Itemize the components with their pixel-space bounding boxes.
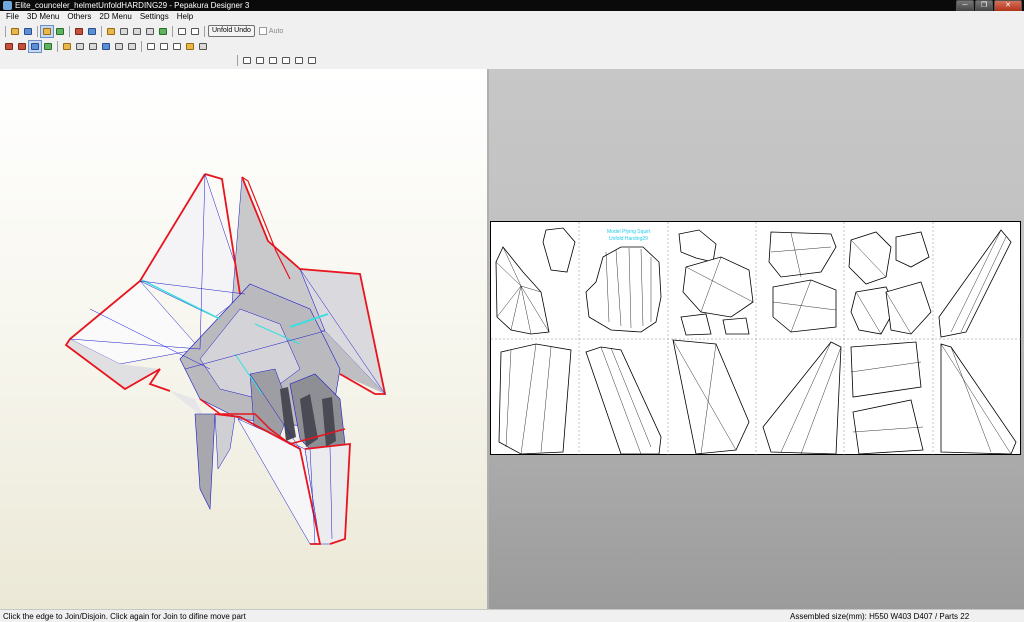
status-bar: Click the edge to Join/Disjoin. Click ag… (0, 609, 1024, 622)
toolbar-separator (141, 40, 142, 52)
edit-toolbar (0, 39, 1024, 53)
edge-mode-icon[interactable] (28, 39, 42, 53)
main-toolbar: Unfold Undo Auto (0, 24, 1024, 38)
rotate-left-icon[interactable] (293, 55, 305, 66)
auto-toggle[interactable]: Auto (258, 27, 284, 35)
toolbar-separator (172, 25, 173, 37)
print-fold-icon[interactable] (74, 41, 86, 52)
save-file-icon[interactable] (22, 26, 34, 37)
open-file-icon[interactable] (9, 26, 21, 37)
menu-bar: File 3D Menu Others 2D Menu Settings Hel… (0, 11, 1024, 23)
menu-3d[interactable]: 3D Menu (23, 11, 63, 23)
align-bottom-icon[interactable] (280, 55, 292, 66)
flap-icon[interactable] (61, 41, 73, 52)
align-left-icon[interactable] (241, 55, 253, 66)
align-right-icon[interactable] (254, 55, 266, 66)
window-title: Elite_counceler_helmetUnfoldHARDING29 - … (15, 1, 250, 10)
menu-file[interactable]: File (2, 11, 23, 23)
menu-2d[interactable]: 2D Menu (95, 11, 135, 23)
toolbar-separator (57, 40, 58, 52)
texture-toggle-icon[interactable] (40, 24, 54, 38)
scale-icon[interactable] (126, 41, 138, 52)
parts-row-2 (498, 339, 1017, 455)
parts-row-1 (495, 227, 1012, 338)
2d-view[interactable]: Model Pfying Squirt Unfold Harding29 (489, 69, 1024, 609)
app-icon (3, 1, 12, 10)
align-top-icon[interactable] (267, 55, 279, 66)
toolbar-separator (5, 25, 6, 37)
print-sheet[interactable]: Model Pfying Squirt Unfold Harding29 (490, 221, 1022, 456)
window-controls: ─ ❐ ✕ (956, 0, 1022, 12)
text-icon[interactable] (100, 41, 112, 52)
toolbar-separator (69, 25, 70, 37)
helmet-3d-model[interactable] (0, 69, 487, 609)
toolbar-separator (37, 25, 38, 37)
menu-others[interactable]: Others (63, 11, 95, 23)
unfolded-parts[interactable]: Model Pfying Squirt Unfold Harding29 (491, 222, 1022, 456)
edge-id-icon[interactable] (113, 41, 125, 52)
menu-settings[interactable]: Settings (136, 11, 173, 23)
unfold-icon[interactable] (73, 26, 85, 37)
3d-view[interactable] (0, 69, 488, 609)
print-preview-icon[interactable] (184, 41, 196, 52)
title-bar: Elite_counceler_helmetUnfoldHARDING29 - … (0, 0, 1024, 12)
window-split-icon[interactable] (189, 26, 201, 37)
toolbar-separator (101, 25, 102, 37)
rotate-right-icon[interactable] (306, 55, 318, 66)
align-toolbar (0, 53, 1024, 67)
align-icon[interactable] (145, 41, 157, 52)
select-face-icon[interactable] (118, 26, 130, 37)
select-move-icon[interactable] (3, 41, 15, 52)
toolbar-separator (237, 54, 238, 66)
unfold-undo-button[interactable]: Unfold Undo (208, 25, 255, 37)
rotate-part-icon[interactable] (16, 41, 28, 52)
move-part-icon[interactable] (144, 26, 156, 37)
auto-checkbox[interactable] (258, 27, 267, 35)
sheet-annotation-2: Unfold Harding29 (609, 236, 648, 242)
assembled-size: Assembled size(mm): H550 W403 D407 / Par… (790, 612, 970, 621)
layout-icon[interactable] (86, 26, 98, 37)
window-single-icon[interactable] (176, 26, 188, 37)
face-mode-icon[interactable] (42, 41, 54, 52)
status-hint: Click the edge to Join/Disjoin. Click ag… (3, 612, 246, 621)
part-outline-icon[interactable] (87, 41, 99, 52)
toolbar-separator (204, 25, 205, 37)
color-icon[interactable] (157, 26, 169, 37)
pages-icon[interactable] (171, 41, 183, 52)
auto-label: Auto (268, 27, 284, 35)
sheet-annotation-1: Model Pfying Squirt (607, 229, 651, 235)
pencil-icon[interactable] (105, 26, 117, 37)
menu-help[interactable]: Help (173, 11, 197, 23)
print-icon[interactable] (197, 41, 209, 52)
join-edge-icon[interactable] (131, 26, 143, 37)
grid-icon[interactable] (158, 41, 170, 52)
model-view-icon[interactable] (54, 26, 66, 37)
